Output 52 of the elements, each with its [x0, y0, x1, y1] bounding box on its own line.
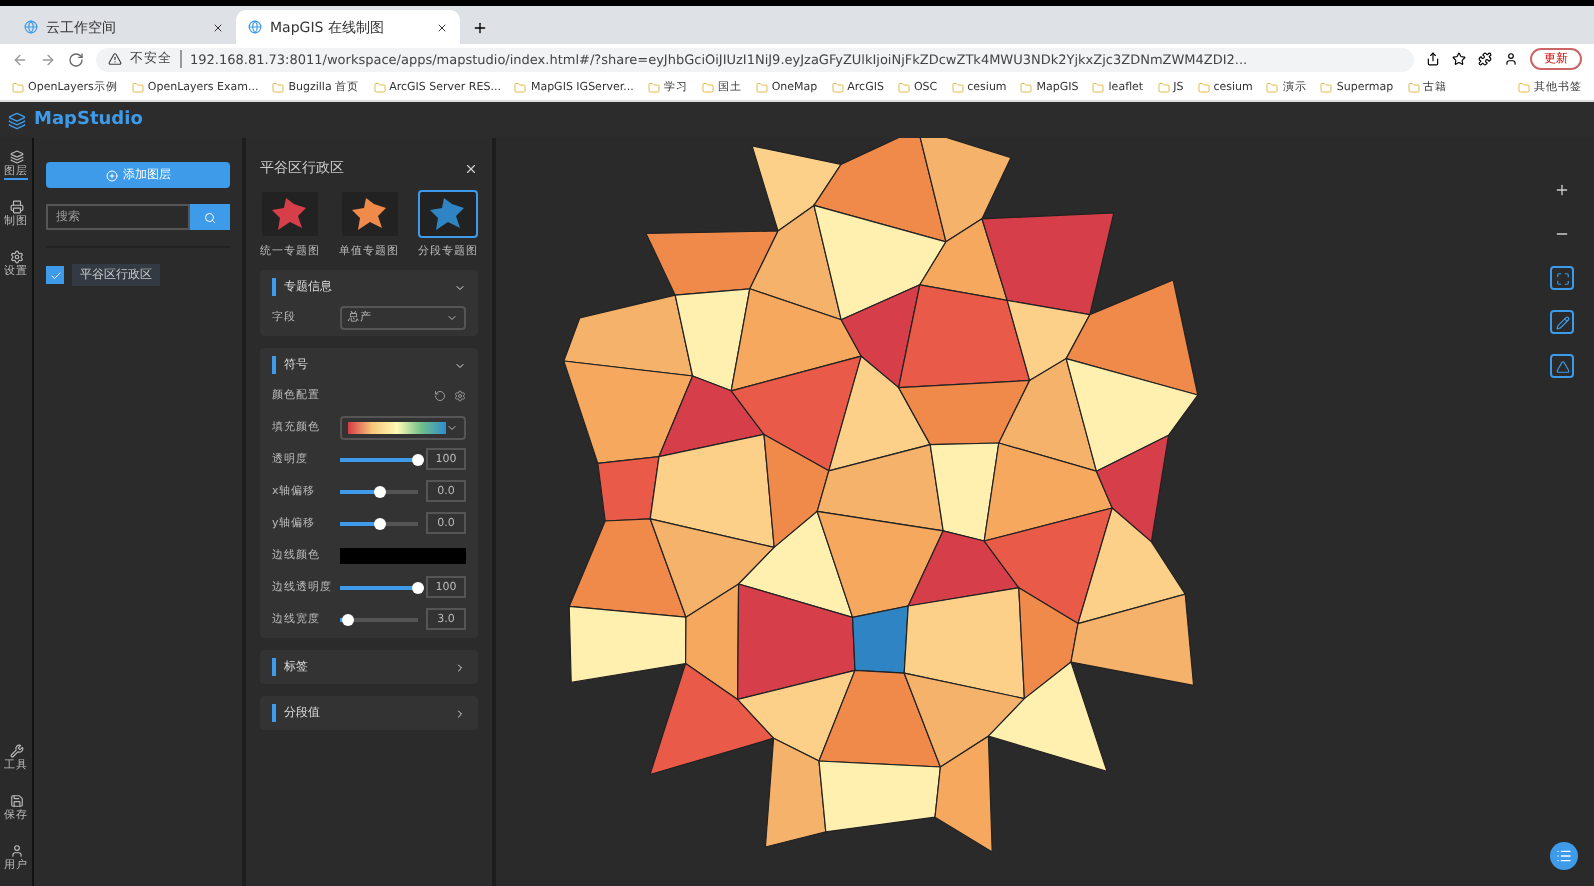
theme-thumbnail[interactable]: [339, 190, 399, 238]
close-icon[interactable]: [436, 21, 448, 33]
globe-icon: [248, 20, 262, 34]
new-tab-icon[interactable]: [472, 20, 488, 36]
warning-icon: [108, 52, 122, 66]
triangle-icon: [1555, 359, 1569, 373]
forward-icon[interactable]: [40, 51, 56, 67]
logo-icon: [8, 111, 26, 129]
back-icon[interactable]: [12, 51, 28, 67]
pencil-icon: [1555, 315, 1569, 329]
layers-icon: [9, 150, 23, 164]
printer-icon: [9, 200, 23, 214]
fullscreen-icon: [1555, 271, 1569, 285]
list-icon: [1556, 848, 1572, 864]
layer-checkbox[interactable]: [46, 266, 64, 284]
chevron-right-icon: [454, 661, 466, 673]
reload-icon[interactable]: [68, 51, 84, 67]
globe-icon: [24, 20, 38, 34]
theme-thumbnail[interactable]: [418, 190, 478, 238]
check-icon: [49, 269, 61, 281]
theme-thumbnail[interactable]: [260, 190, 320, 238]
measure-button[interactable]: [1550, 354, 1574, 378]
color-swatch[interactable]: [340, 547, 466, 563]
chevron-right-icon: [454, 707, 466, 719]
user-icon: [9, 844, 23, 858]
reset-icon[interactable]: [434, 389, 446, 401]
chevron-down-icon: [446, 311, 458, 323]
wrench-icon: [9, 744, 23, 758]
slider-thumb[interactable]: [412, 453, 424, 465]
plus-circle-icon: [105, 169, 117, 181]
share-icon[interactable]: [1426, 52, 1440, 66]
edit-button[interactable]: [1550, 310, 1574, 334]
list-button[interactable]: [1550, 842, 1578, 870]
plus-icon: [1554, 182, 1570, 198]
chevron-down-icon: [454, 359, 466, 371]
slider-thumb[interactable]: [341, 613, 354, 625]
slider-thumb[interactable]: [373, 517, 385, 529]
chevron-down-icon: [454, 281, 466, 293]
color-ramp: [348, 421, 446, 433]
settings-icon[interactable]: [454, 389, 466, 401]
gradient-select[interactable]: [340, 415, 466, 439]
search-icon: [204, 211, 216, 223]
fullscreen-button[interactable]: [1550, 266, 1574, 290]
chevron-down-icon: [446, 421, 458, 433]
gear-icon: [9, 250, 23, 264]
extensions-icon[interactable]: [1478, 52, 1492, 66]
close-icon[interactable]: [212, 21, 224, 33]
star-icon[interactable]: [1452, 52, 1466, 66]
slider-thumb[interactable]: [412, 581, 424, 593]
profile-icon[interactable]: [1504, 52, 1518, 66]
app-title: MapStudio: [34, 110, 143, 130]
slider-thumb[interactable]: [373, 485, 385, 497]
